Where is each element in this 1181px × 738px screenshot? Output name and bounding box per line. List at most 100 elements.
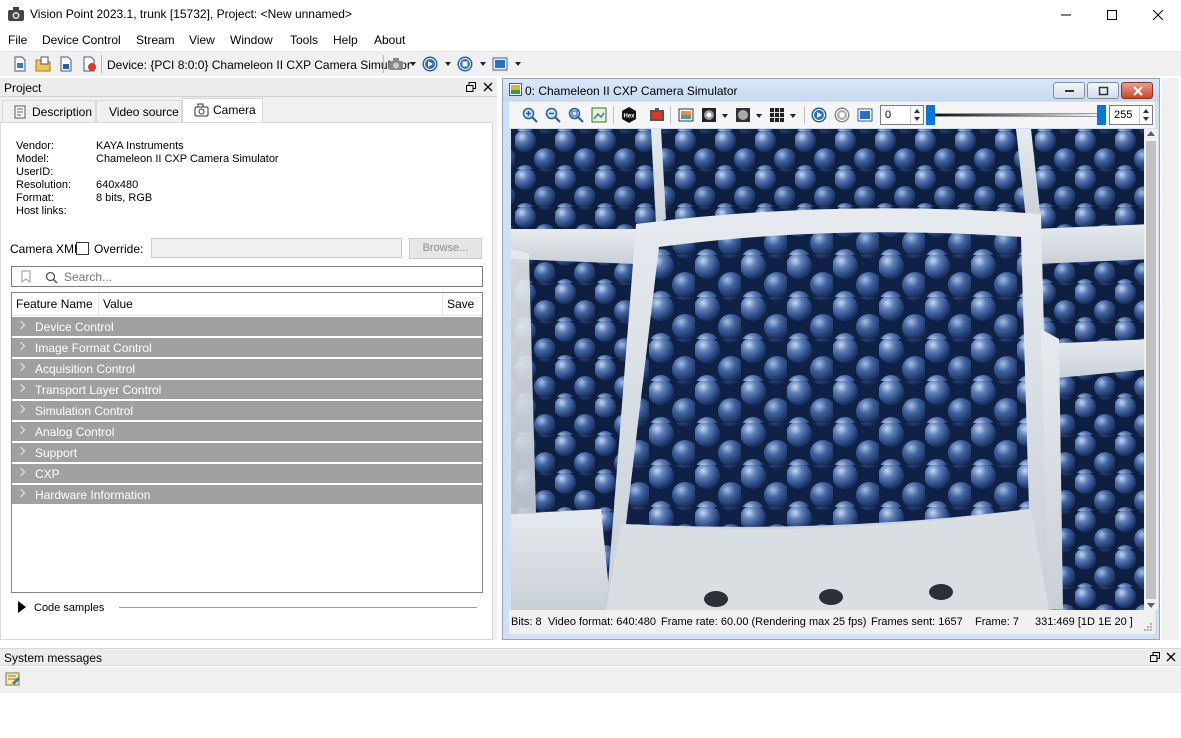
feature-group-row[interactable]: Support: [12, 443, 482, 463]
max-level-spinbox[interactable]: 255: [1109, 105, 1153, 125]
menu-help[interactable]: Help: [333, 33, 358, 47]
image-window-close-button[interactable]: [1121, 82, 1153, 99]
feature-group-label: Support: [35, 446, 78, 460]
chevron-down-icon[interactable]: [756, 114, 762, 118]
chevron-down-icon[interactable]: [790, 114, 796, 118]
zoom-fit-icon[interactable]: [568, 107, 584, 123]
image-window-minimize-button[interactable]: [1053, 82, 1085, 99]
minimize-button[interactable]: [1043, 0, 1089, 29]
col-save[interactable]: Save: [447, 297, 474, 311]
chevron-right-icon: [16, 446, 26, 456]
chevron-down-icon[interactable]: [722, 114, 728, 118]
feature-group-row[interactable]: Image Format Control: [12, 338, 482, 358]
play-icon[interactable]: [422, 56, 438, 72]
bookmark-icon[interactable]: [21, 270, 31, 283]
chevron-down-icon[interactable]: [480, 62, 486, 66]
stop-icon[interactable]: [457, 56, 473, 72]
col-value[interactable]: Value: [103, 297, 133, 311]
spin-buttons[interactable]: [910, 106, 923, 124]
spin-up-icon[interactable]: [1143, 109, 1149, 113]
mdi-scrollbar[interactable]: [1162, 78, 1179, 640]
feature-group-row[interactable]: Device Control: [12, 317, 482, 337]
main-toolbar: Device: {PCI 8:0:0} Chameleon II CXP Cam…: [0, 51, 1181, 76]
menu-file[interactable]: File: [8, 33, 27, 47]
camera-xml-label: Camera XML: [10, 242, 81, 256]
lens-icon[interactable]: [701, 107, 717, 123]
snapshot-icon[interactable]: [649, 107, 665, 123]
tab-video-source[interactable]: Video source: [96, 100, 182, 122]
menu-stream[interactable]: Stream: [136, 33, 175, 47]
grab-icon[interactable]: [492, 56, 508, 72]
feature-group-row[interactable]: Analog Control: [12, 422, 482, 442]
image-window-restore-button[interactable]: [1087, 82, 1119, 99]
menu-window[interactable]: Window: [230, 33, 273, 47]
col-feature-name[interactable]: Feature Name: [16, 297, 93, 311]
scroll-up-icon[interactable]: [1147, 131, 1155, 136]
new-project-icon[interactable]: [12, 56, 28, 72]
chevron-down-icon[interactable]: [410, 62, 416, 66]
maximize-button[interactable]: [1089, 0, 1135, 29]
undock-icon[interactable]: [1150, 652, 1160, 662]
hex-icon[interactable]: Hex: [621, 107, 637, 123]
scroll-down-icon[interactable]: [1147, 603, 1155, 608]
menu-device-control[interactable]: Device Control: [42, 33, 121, 47]
feature-group-row[interactable]: CXP: [12, 464, 482, 484]
override-checkbox[interactable]: [76, 242, 89, 255]
tab-camera-label: Camera: [213, 103, 256, 117]
code-samples-label[interactable]: Code samples: [34, 602, 104, 614]
color-palette-icon[interactable]: [678, 107, 694, 123]
min-level-spinbox[interactable]: 0: [880, 105, 924, 125]
override-label: Override:: [94, 242, 144, 256]
feature-group-row[interactable]: Transport Layer Control: [12, 380, 482, 400]
chevron-down-icon[interactable]: [445, 62, 451, 66]
status-frames-sent: Frames sent: 1657: [871, 616, 963, 628]
close-project-icon[interactable]: [81, 56, 97, 72]
spin-up-icon[interactable]: [914, 109, 920, 113]
clear-messages-icon[interactable]: [5, 671, 21, 687]
browse-button[interactable]: Browse...: [409, 238, 482, 259]
feature-group-row[interactable]: Simulation Control: [12, 401, 482, 421]
play-icon[interactable]: [811, 107, 827, 123]
camera-image-view[interactable]: [511, 129, 1152, 610]
expand-arrow-icon[interactable]: [18, 601, 26, 613]
resolution-value: 640x480: [96, 179, 139, 191]
feature-group-row[interactable]: Acquisition Control: [12, 359, 482, 379]
fit-window-icon[interactable]: [591, 107, 607, 123]
search-input[interactable]: [64, 268, 464, 285]
zoom-in-icon[interactable]: [522, 107, 538, 123]
tab-camera[interactable]: Camera: [182, 98, 263, 123]
grid-icon[interactable]: [769, 107, 785, 123]
close-icon[interactable]: [483, 82, 493, 92]
blueberries-image: [511, 129, 1152, 610]
spin-down-icon[interactable]: [914, 117, 920, 121]
vignette-icon[interactable]: [735, 107, 751, 123]
open-project-icon[interactable]: [35, 56, 51, 72]
undock-icon[interactable]: [466, 82, 476, 92]
tab-description[interactable]: Description: [2, 100, 96, 122]
max-level-handle[interactable]: [1097, 105, 1106, 125]
save-project-icon[interactable]: [58, 56, 74, 72]
menu-about[interactable]: About: [374, 33, 405, 47]
close-button[interactable]: [1135, 0, 1181, 29]
grab-frame-icon[interactable]: [857, 107, 873, 123]
menu-view[interactable]: View: [189, 33, 215, 47]
spin-down-icon[interactable]: [1143, 117, 1149, 121]
menu-tools[interactable]: Tools: [290, 33, 318, 47]
image-window-title: 0: Chameleon II CXP Camera Simulator: [525, 84, 738, 98]
zoom-out-icon[interactable]: [545, 107, 561, 123]
feature-search-field[interactable]: [11, 266, 483, 287]
column-divider: [442, 293, 443, 316]
stop-icon[interactable]: [834, 107, 850, 123]
image-window-caption[interactable]: 0: Chameleon II CXP Camera Simulator: [503, 79, 1159, 101]
camera-select-icon[interactable]: [388, 56, 404, 72]
close-icon[interactable]: [1166, 652, 1176, 662]
image-vertical-scrollbar[interactable]: [1144, 129, 1158, 610]
chevron-down-icon[interactable]: [515, 62, 521, 66]
min-level-handle[interactable]: [926, 105, 935, 125]
resize-grip-icon[interactable]: [1143, 622, 1153, 632]
scroll-thumb[interactable]: [1146, 141, 1156, 599]
camera-xml-path-field[interactable]: [151, 238, 402, 258]
feature-group-row[interactable]: Hardware Information: [12, 485, 482, 505]
spin-buttons[interactable]: [1139, 106, 1152, 124]
level-range-slider[interactable]: [926, 105, 1106, 125]
